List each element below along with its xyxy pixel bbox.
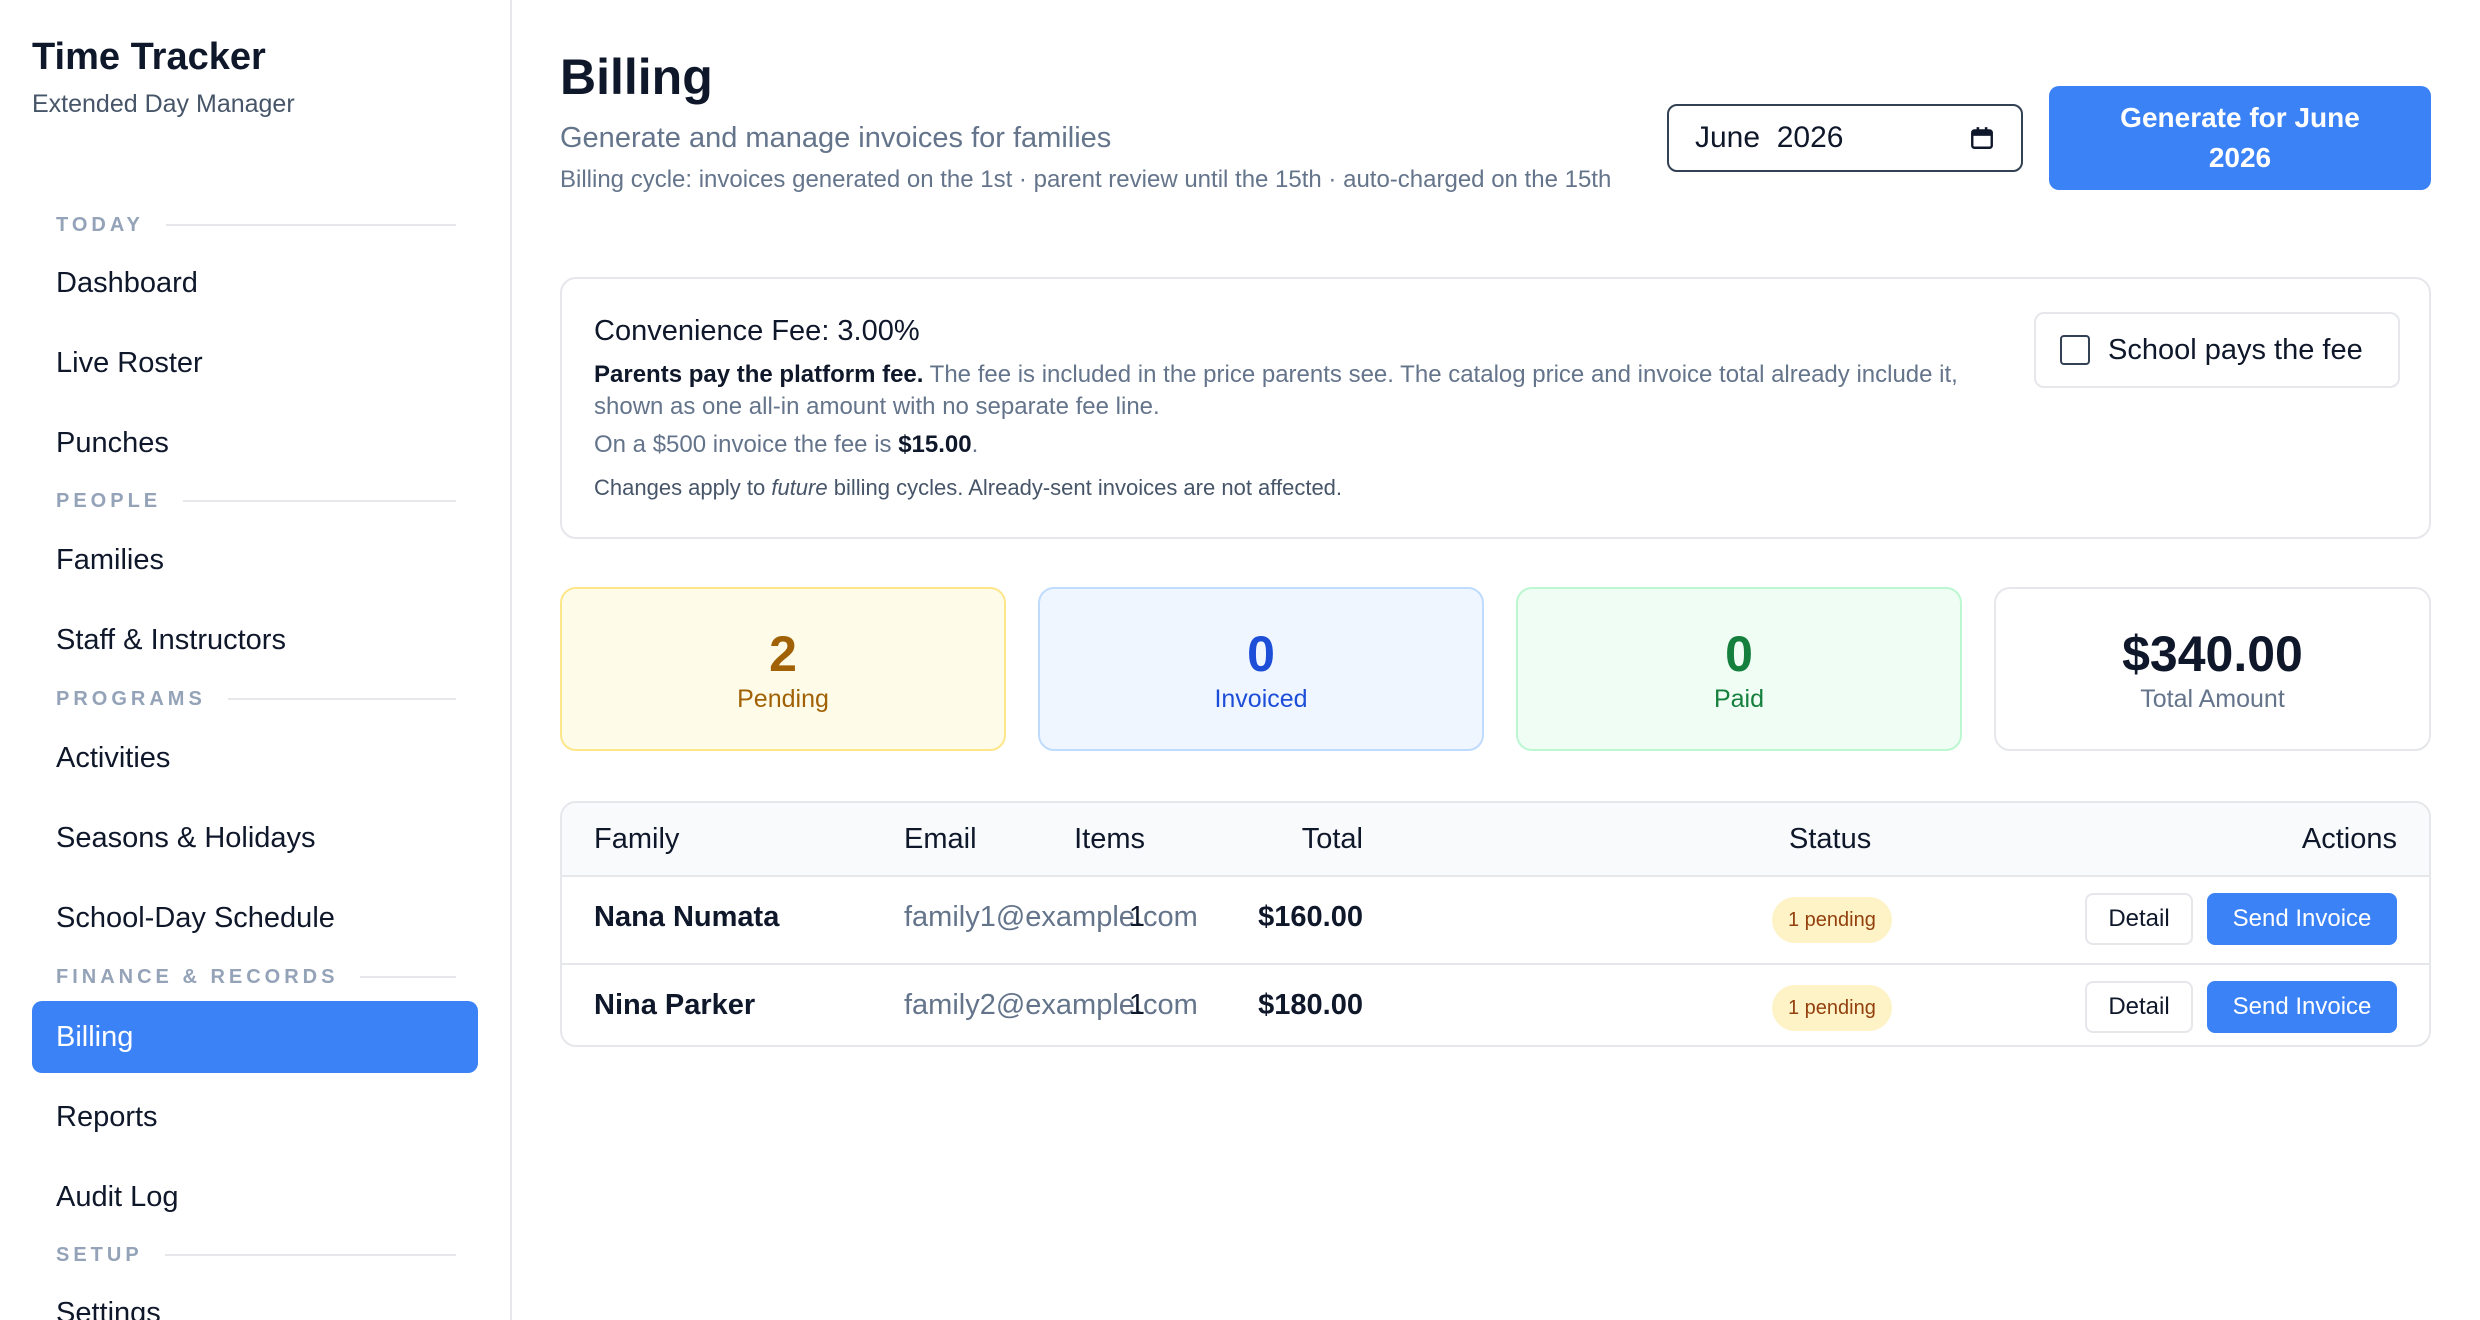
month-value: June 2026 (1695, 121, 1844, 154)
app: Time Tracker Extended Day Manager TODAY … (0, 0, 2480, 1320)
billing-cycle-note: Billing cycle: invoices generated on the… (560, 166, 1612, 193)
stat-invoiced-label: Invoiced (1214, 684, 1308, 713)
sidebar-item-settings[interactable]: Settings (32, 1277, 478, 1320)
sidebar: Time Tracker Extended Day Manager TODAY … (0, 0, 512, 1320)
month-picker[interactable]: June 2026 (1667, 104, 2023, 172)
fee-description: Parents pay the platform fee. The fee is… (594, 359, 2014, 423)
detail-button[interactable]: Detail (2085, 893, 2193, 945)
section-divider (227, 698, 456, 700)
fee-note: Changes apply to future billing cycles. … (594, 475, 1342, 501)
sidebar-item-audit-log[interactable]: Audit Log (32, 1161, 478, 1233)
section-title: PEOPLE (56, 489, 162, 512)
stat-pending-label: Pending (737, 684, 829, 713)
column-header-email: Email (904, 823, 977, 855)
section-people: PEOPLE (56, 486, 456, 516)
fee-example-suffix: . (971, 431, 979, 458)
section-divider (183, 500, 456, 502)
sidebar-item-live-roster[interactable]: Live Roster (32, 327, 478, 399)
table-header: Family Email Items Total Status Actions (562, 803, 2429, 877)
calendar-icon[interactable] (1969, 125, 1995, 151)
section-title: PROGRAMS (56, 687, 206, 710)
invoice-total: $180.00 (1258, 989, 1363, 1021)
items-count: 1 (1128, 901, 1145, 933)
stat-paid-label: Paid (1713, 684, 1765, 713)
school-pays-fee-toggle[interactable]: School pays the fee (2034, 312, 2400, 388)
detail-button[interactable]: Detail (2085, 981, 2193, 1033)
sidebar-item-activities[interactable]: Activities (32, 722, 478, 794)
column-header-total: Total (1301, 823, 1363, 855)
section-today: TODAY (56, 210, 456, 240)
fee-note-suffix: billing cycles. Already-sent invoices ar… (827, 475, 1343, 500)
fee-example: On a $500 invoice the fee is $15.00. (594, 431, 978, 459)
section-finance: FINANCE & RECORDS (56, 962, 456, 992)
family-name: Nina Parker (594, 989, 756, 1021)
invoice-total: $160.00 (1258, 901, 1363, 933)
app-subtitle: Extended Day Manager (32, 90, 295, 118)
stat-pending: 2 Pending (560, 587, 1006, 751)
fee-example-value: $15.00 (898, 431, 972, 458)
invoices-table: Family Email Items Total Status Actions … (560, 801, 2431, 1047)
sidebar-item-families[interactable]: Families (32, 524, 478, 596)
status-badge: 1 pending (1772, 985, 1892, 1031)
family-name: Nana Numata (594, 901, 780, 933)
sidebar-item-dashboard[interactable]: Dashboard (32, 247, 478, 319)
generate-invoices-button[interactable]: Generate for June 2026 (2049, 86, 2431, 190)
page-title: Billing (560, 49, 713, 105)
section-title: TODAY (56, 213, 144, 236)
fee-example-prefix: On a $500 invoice the fee is (594, 431, 899, 458)
column-header-items: Items (1074, 823, 1145, 855)
convenience-fee-card: Convenience Fee: 3.00% Parents pay the p… (560, 277, 2431, 539)
stat-total-label: Total Amount (2140, 684, 2285, 713)
family-email: family1@example.com (904, 901, 1198, 933)
stat-total-value: $340.00 (2122, 625, 2303, 682)
send-invoice-button[interactable]: Send Invoice (2207, 981, 2397, 1033)
section-divider (360, 976, 456, 978)
school-pays-fee-label: School pays the fee (2108, 333, 2363, 366)
section-divider (164, 1254, 456, 1256)
table-row: Nina Parker family2@example.com 1 $180.0… (562, 963, 2429, 1045)
school-pays-fee-checkbox[interactable] (2060, 335, 2090, 365)
status-badge: 1 pending (1772, 897, 1892, 943)
fee-note-italic: future (771, 475, 828, 500)
column-header-actions: Actions (2301, 823, 2397, 855)
sidebar-item-billing[interactable]: Billing (32, 1001, 478, 1073)
section-title: FINANCE & RECORDS (56, 965, 339, 988)
main-content: Billing Generate and manage invoices for… (514, 0, 2480, 1320)
stat-pending-value: 2 (769, 625, 797, 682)
app-title: Time Tracker (32, 36, 266, 78)
family-email: family2@example.com (904, 989, 1198, 1021)
stat-total-amount: $340.00 Total Amount (1994, 587, 2431, 751)
section-divider (165, 224, 456, 226)
sidebar-item-school-day-schedule[interactable]: School-Day Schedule (32, 882, 478, 954)
fee-title: Convenience Fee: 3.00% (594, 315, 920, 347)
sidebar-item-seasons[interactable]: Seasons & Holidays (32, 802, 478, 874)
fee-description-bold: Parents pay the platform fee. (594, 361, 924, 388)
stat-paid-value: 0 (1725, 625, 1753, 682)
section-setup: SETUP (56, 1240, 456, 1270)
section-title: SETUP (56, 1243, 143, 1266)
column-header-family: Family (594, 823, 680, 855)
sidebar-item-staff[interactable]: Staff & Instructors (32, 604, 478, 676)
stat-invoiced-value: 0 (1247, 625, 1275, 682)
fee-note-prefix: Changes apply to (594, 475, 772, 500)
send-invoice-button[interactable]: Send Invoice (2207, 893, 2397, 945)
section-programs: PROGRAMS (56, 684, 456, 714)
items-count: 1 (1128, 989, 1145, 1021)
stat-paid: 0 Paid (1516, 587, 1962, 751)
column-header-status: Status (1789, 823, 1872, 855)
sidebar-item-reports[interactable]: Reports (32, 1081, 478, 1153)
table-row: Nana Numata family1@example.com 1 $160.0… (562, 877, 2429, 963)
page-subtitle: Generate and manage invoices for familie… (560, 122, 1112, 154)
stat-invoiced: 0 Invoiced (1038, 587, 1484, 751)
sidebar-item-punches[interactable]: Punches (32, 407, 478, 479)
